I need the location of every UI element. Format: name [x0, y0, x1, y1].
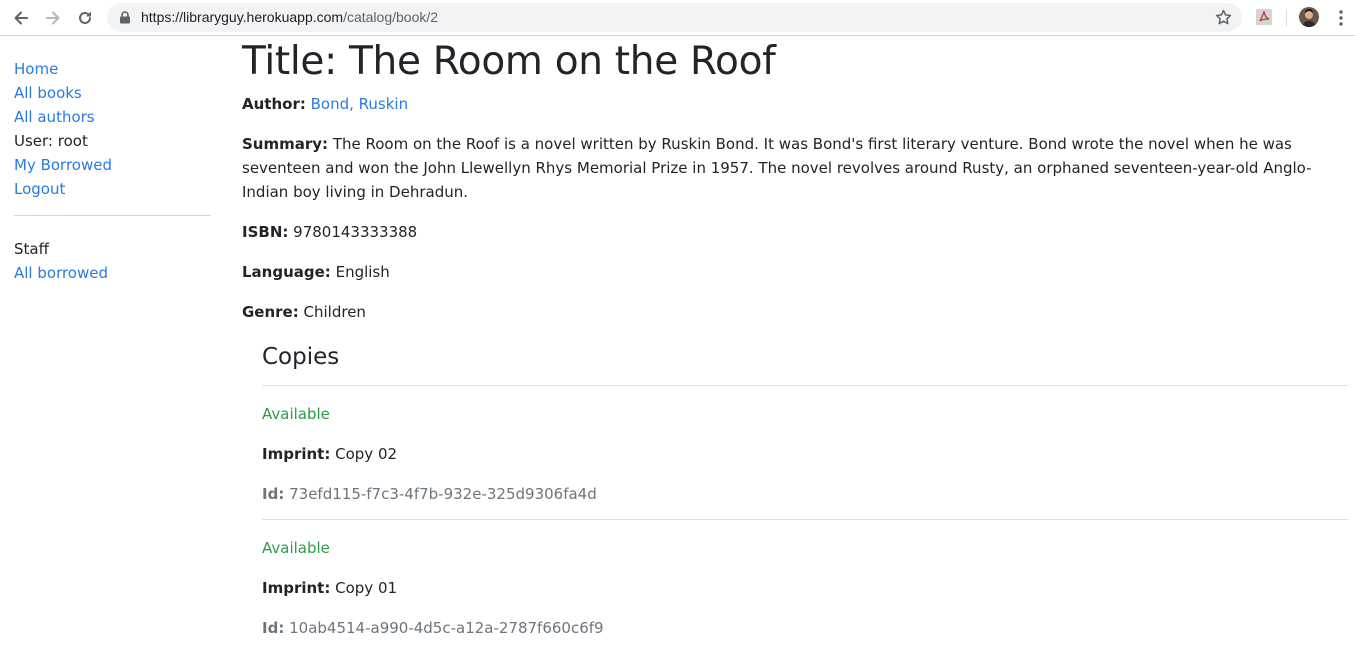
copies-section: Copies Available Imprint: Copy 02 Id: 73… [262, 342, 1348, 640]
back-arrow-icon[interactable] [8, 5, 34, 31]
sidebar-divider [14, 215, 211, 216]
lock-icon [120, 11, 130, 24]
author-link[interactable]: Bond, Ruskin [311, 95, 408, 113]
imprint-value: Copy 01 [335, 579, 398, 597]
id-label: Id: [262, 485, 285, 503]
genre-field: Genre: Children [242, 300, 1348, 324]
browser-toolbar: https://libraryguy.herokuapp.com/catalog… [0, 0, 1355, 36]
sidebar-item-all-borrowed[interactable]: All borrowed [14, 261, 211, 285]
copies-divider [262, 385, 1348, 386]
summary-text: The Room on the Roof is a novel written … [242, 135, 1312, 201]
sidebar-item-home[interactable]: Home [14, 57, 211, 81]
sidebar-staff-heading: Staff [14, 240, 49, 258]
id-label: Id: [262, 619, 285, 637]
summary-field: Summary: The Room on the Roof is a novel… [242, 132, 1348, 204]
url-host: https://libraryguy.herokuapp.com [141, 9, 344, 25]
isbn-field: ISBN: 9780143333388 [242, 220, 1348, 244]
url-path: /catalog/book/2 [343, 9, 439, 25]
sidebar-nav: Home All books All authors User: root My… [14, 57, 211, 285]
sidebar-item-all-books[interactable]: All books [14, 81, 211, 105]
id-value: 73efd115-f7c3-4f7b-932e-325d9306fa4d [289, 485, 597, 503]
bookmark-star-icon[interactable] [1215, 9, 1232, 26]
book-detail: Title: The Room on the Roof Author: Bond… [242, 38, 1348, 640]
language-field: Language: English [242, 260, 1348, 284]
author-label: Author: [242, 95, 306, 113]
copy-divider [262, 519, 1348, 520]
language-value: English [335, 263, 390, 281]
copy-status: Available [262, 405, 330, 423]
isbn-label: ISBN: [242, 223, 289, 241]
forward-arrow-icon[interactable] [40, 5, 66, 31]
sidebar-item-my-borrowed[interactable]: My Borrowed [14, 153, 211, 177]
address-bar[interactable]: https://libraryguy.herokuapp.com/catalog… [107, 3, 1242, 32]
pdf-extension-icon[interactable] [1255, 8, 1273, 26]
url-text[interactable]: https://libraryguy.herokuapp.com/catalog… [141, 9, 438, 25]
sidebar-user-label: User: root [14, 132, 88, 150]
imprint-label: Imprint: [262, 579, 331, 597]
author-field: Author: Bond, Ruskin [242, 92, 1348, 116]
profile-avatar[interactable] [1299, 7, 1319, 27]
id-value: 10ab4514-a990-4d5c-a12a-2787f660c6f9 [289, 619, 604, 637]
copy-id: Id: 73efd115-f7c3-4f7b-932e-325d9306fa4d [262, 482, 1348, 506]
toolbar-separator [1286, 9, 1287, 27]
sidebar-item-all-authors[interactable]: All authors [14, 105, 211, 129]
language-label: Language: [242, 263, 331, 281]
imprint-label: Imprint: [262, 445, 331, 463]
isbn-value: 9780143333388 [293, 223, 418, 241]
copy-item: Available Imprint: Copy 02 Id: 73efd115-… [262, 402, 1348, 506]
imprint-value: Copy 02 [335, 445, 398, 463]
page-title: Title: The Room on the Roof [242, 39, 776, 84]
reload-icon[interactable] [72, 5, 98, 31]
genre-label: Genre: [242, 303, 299, 321]
copies-heading: Copies [262, 344, 340, 370]
copy-imprint: Imprint: Copy 02 [262, 442, 1348, 466]
copy-status: Available [262, 539, 330, 557]
sidebar-item-logout[interactable]: Logout [14, 177, 211, 201]
copy-id: Id: 10ab4514-a990-4d5c-a12a-2787f660c6f9 [262, 616, 1348, 640]
genre-value: Children [303, 303, 366, 321]
summary-label: Summary: [242, 135, 329, 153]
more-menu-icon[interactable] [1333, 9, 1349, 27]
copy-imprint: Imprint: Copy 01 [262, 576, 1348, 600]
copy-item: Available Imprint: Copy 01 Id: 10ab4514-… [262, 536, 1348, 640]
